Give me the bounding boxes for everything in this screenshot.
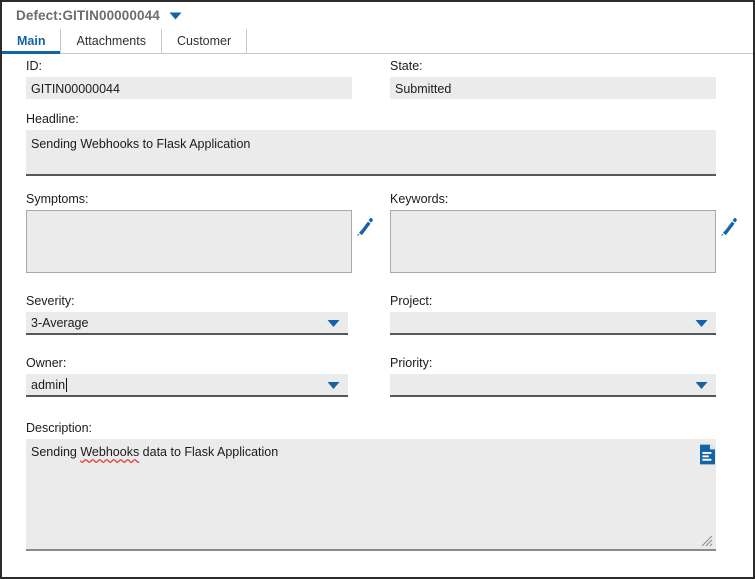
window-titlebar: Defect:GITIN00000044	[2, 2, 753, 29]
chevron-down-icon-project[interactable]	[695, 318, 708, 327]
main-form: ID: GITIN00000044 State: Submitted Headl…	[2, 54, 753, 577]
owner-value: admin	[31, 377, 66, 392]
description-text-after: data to Flask Application	[139, 445, 279, 459]
chevron-down-icon-severity[interactable]	[327, 318, 340, 327]
description-misspelled-word: Webhooks	[80, 445, 140, 459]
document-icon[interactable]	[699, 444, 716, 465]
tab-attachments-label: Attachments	[76, 34, 146, 48]
field-description: Description: Sending Webhooks data to Fl…	[26, 421, 716, 551]
tab-customer-label: Customer	[176, 34, 232, 48]
field-project-label: Project:	[390, 294, 433, 308]
resize-grip-glyph	[701, 535, 713, 547]
field-symptoms: Symptoms:	[26, 192, 352, 273]
tab-main[interactable]: Main	[2, 29, 62, 54]
field-owner-label: Owner:	[26, 356, 67, 370]
field-owner: Owner: admin	[26, 356, 348, 397]
severity-value: 3-Average	[31, 315, 89, 330]
description-textarea[interactable]: Sending Webhooks data to Flask Applicati…	[26, 439, 716, 551]
priority-dropdown[interactable]	[390, 374, 716, 397]
field-description-label: Description:	[26, 421, 92, 435]
chevron-down-glyph	[169, 12, 182, 20]
field-priority: Priority:	[390, 356, 716, 397]
field-priority-label: Priority:	[390, 356, 433, 370]
tab-attachments[interactable]: Attachments	[61, 29, 162, 53]
field-keywords-label: Keywords:	[390, 192, 449, 206]
field-symptoms-label: Symptoms:	[26, 192, 89, 206]
field-severity-label: Severity:	[26, 294, 75, 308]
field-project: Project:	[390, 294, 716, 335]
chevron-down-glyph	[327, 381, 340, 389]
pencil-edit-icon-keywords[interactable]	[719, 217, 737, 237]
page-title: Defect:GITIN00000044	[16, 8, 160, 23]
pencil-glyph	[357, 218, 373, 236]
project-dropdown[interactable]	[390, 312, 716, 335]
field-headline-label: Headline:	[26, 112, 79, 126]
field-state: State: Submitted	[390, 59, 716, 99]
field-id-value: GITIN00000044	[26, 77, 352, 99]
pencil-edit-icon-symptoms[interactable]	[355, 217, 373, 237]
tab-main-label: Main	[17, 34, 46, 48]
chevron-down-glyph	[695, 381, 708, 389]
field-keywords-input[interactable]	[390, 210, 716, 273]
tab-bar: Main Attachments Customer	[2, 29, 753, 54]
field-symptoms-input[interactable]	[26, 210, 352, 273]
field-headline-value[interactable]: Sending Webhooks to Flask Application	[26, 130, 716, 176]
chevron-down-glyph	[695, 319, 708, 327]
field-id-label: ID:	[26, 59, 42, 73]
field-keywords: Keywords:	[390, 192, 716, 273]
chevron-down-glyph	[327, 319, 340, 327]
chevron-down-icon[interactable]	[169, 11, 182, 20]
pencil-glyph	[721, 218, 737, 236]
resize-grip-icon[interactable]	[701, 534, 713, 547]
chevron-down-icon-priority[interactable]	[695, 380, 708, 389]
owner-dropdown[interactable]: admin	[26, 374, 348, 397]
description-text: Sending Webhooks data to Flask Applicati…	[31, 444, 711, 461]
document-glyph	[700, 444, 715, 465]
tab-customer[interactable]: Customer	[161, 29, 248, 53]
severity-dropdown[interactable]: 3-Average	[26, 312, 348, 335]
field-id: ID: GITIN00000044	[26, 59, 352, 99]
chevron-down-icon-owner[interactable]	[327, 380, 340, 389]
field-state-label: State:	[390, 59, 423, 73]
defect-record-window: Defect:GITIN00000044 Main Attachments Cu…	[0, 0, 755, 579]
field-severity: Severity: 3-Average	[26, 294, 348, 335]
field-headline: Headline: Sending Webhooks to Flask Appl…	[26, 112, 716, 176]
text-cursor	[66, 377, 68, 392]
description-text-before: Sending	[31, 445, 81, 459]
field-state-value: Submitted	[390, 77, 716, 99]
